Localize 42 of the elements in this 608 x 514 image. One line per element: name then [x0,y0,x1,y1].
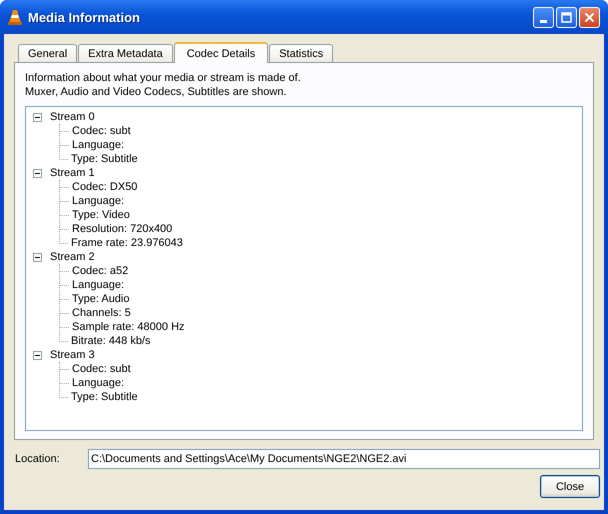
tab[interactable]: General [18,44,78,62]
collapse-icon[interactable] [33,350,42,360]
tree-item[interactable]: Language: [72,195,124,207]
tree-item[interactable]: Bitrate: 448 kb/s [71,335,150,347]
tree-item[interactable]: Language: [72,279,124,291]
tab[interactable]: Statistics [269,44,334,62]
tree-item[interactable]: Type: Audio [72,293,130,305]
tree-item[interactable]: Sample rate: 48000 Hz [72,321,185,333]
tree-item[interactable]: Frame rate: 23.976043 [71,237,183,249]
maximize-icon [561,12,572,22]
tab[interactable]: Codec Details [174,42,268,63]
tree-item[interactable]: Codec: a52 [72,265,128,277]
location-field[interactable]: C:\Documents and Settings\Ace\My Documents\NGE2\NGE2.avi [88,449,600,469]
tab[interactable]: Extra Metadata [78,44,173,62]
tree-item[interactable]: Stream 2 [50,251,95,263]
close-button[interactable] [579,6,600,28]
window-title: Media Information [28,10,141,24]
tree-item[interactable]: Type: Subtitle [71,153,138,165]
close-dialog-button[interactable]: Close [540,475,600,498]
minimize-icon [540,20,547,22]
description-text: Information about what your media or stream is made of. [25,71,302,85]
tree-item[interactable]: Stream 1 [50,167,95,179]
tree-item[interactable]: Codec: subt [72,363,131,375]
tree-item[interactable]: Channels: 5 [72,307,131,319]
tree-item[interactable]: Codec: DX50 [72,181,138,193]
tree-item[interactable]: Language: [72,377,124,389]
tree-item[interactable]: Stream 0 [50,111,95,123]
collapse-icon[interactable] [33,168,42,178]
tree-item[interactable]: Type: Video [72,209,130,221]
traffic-cone-icon [8,9,22,25]
minimize-button[interactable] [533,6,554,28]
tree-item[interactable]: Codec: subt [72,125,131,137]
tree-item[interactable]: Type: Subtitle [71,391,138,403]
description-text: Muxer, Audio and Video Codecs, Subtitles are shown. [25,85,288,99]
collapse-icon[interactable] [33,112,42,122]
collapse-icon[interactable] [33,252,42,262]
tree-item[interactable]: Language: [72,139,124,151]
tree-item[interactable]: Stream 3 [50,349,95,361]
location-label: Location: [15,453,61,465]
maximize-button[interactable] [556,6,577,28]
tree-item[interactable]: Resolution: 720x400 [72,223,172,235]
close-icon [584,12,595,22]
